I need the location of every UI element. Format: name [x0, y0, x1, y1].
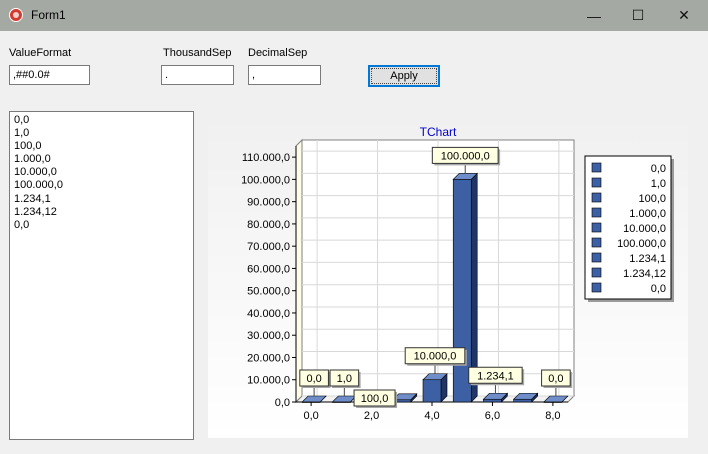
chart-title: TChart	[420, 125, 457, 139]
app-icon	[9, 8, 23, 22]
maximize-button[interactable]: ☐	[615, 0, 661, 31]
memo-line: 100,0	[14, 140, 42, 153]
thousand-sep-input[interactable]	[161, 65, 234, 85]
window-title: Form1	[31, 8, 66, 22]
chart-left-wall	[295, 138, 303, 404]
memo-line: 100.000,0	[14, 179, 63, 192]
y-tick-label: 30.000,0	[247, 330, 290, 342]
x-tick-label: 4,0	[424, 410, 439, 422]
legend-swatch	[591, 252, 602, 263]
memo-line: 1.234,12	[14, 205, 57, 218]
x-tick-label: 6,0	[485, 410, 500, 422]
y-tick-label: 20.000,0	[247, 352, 290, 364]
y-tick-label: 80.000,0	[247, 219, 290, 231]
legend-swatch	[591, 282, 602, 293]
bar	[301, 401, 321, 403]
data-label: 10.000,0	[414, 351, 457, 363]
data-label: 1.234,1	[477, 370, 514, 382]
legend-item-label: 100.000,0	[617, 238, 666, 250]
memo-line: 0,0	[14, 114, 30, 126]
legend-item-label: 1.234,12	[623, 268, 666, 280]
legend-item-label: 1.234,1	[629, 253, 666, 265]
value-format-input[interactable]	[9, 65, 90, 85]
legend-item-label: 1.000,0	[629, 208, 666, 220]
data-label: 1,0	[337, 373, 352, 385]
bar-chart: 0,0 10.000,0 20.000,0 30.000,0 40.000,0 50.00…	[241, 125, 674, 422]
bar	[543, 401, 563, 403]
legend-swatch	[591, 192, 602, 203]
bar	[332, 401, 351, 403]
chart-panel: 0,0 10.000,0 20.000,0 30.000,0 40.000,0 50.00…	[208, 112, 688, 438]
memo-line: 10.000,0	[14, 166, 57, 179]
x-tick-label: 8,0	[545, 410, 560, 422]
legend-item-label: 0,0	[651, 283, 666, 295]
legend-swatch	[591, 222, 602, 233]
bar	[422, 379, 442, 403]
thousand-sep-label: ThousandSep	[163, 47, 232, 59]
x-tick-label: 0,0	[303, 410, 318, 422]
data-label: 0,0	[306, 373, 321, 385]
legend-swatch	[591, 177, 602, 188]
apply-button[interactable]: Apply	[368, 65, 440, 87]
data-label: 100,0	[361, 393, 389, 405]
y-tick-label: 110.000,0	[242, 152, 290, 164]
memo-line: 1.234,1	[14, 192, 51, 205]
value-format-label: ValueFormat	[9, 47, 72, 59]
y-tick-label: 70.000,0	[247, 241, 290, 253]
minimize-icon: —	[587, 7, 601, 24]
y-tick-label: 0,0	[275, 397, 290, 409]
title-bar: Form1 — ☐ ✕	[0, 0, 708, 31]
minimize-button[interactable]: —	[571, 0, 617, 31]
legend-item-label: 10.000,0	[623, 223, 666, 235]
data-label: 100.000,0	[441, 150, 490, 162]
y-tick-label: 90.000,0	[247, 197, 290, 209]
legend-item-label: 1,0	[651, 178, 666, 190]
legend-item-label: 0,0	[651, 163, 666, 175]
memo-line: 0,0	[14, 218, 30, 231]
decimal-sep-input[interactable]	[248, 65, 321, 85]
decimal-sep-label: DecimalSep	[248, 47, 308, 59]
bar	[483, 398, 502, 403]
close-button[interactable]: ✕	[661, 0, 707, 31]
close-icon: ✕	[678, 7, 690, 23]
memo-line: 1,0	[14, 127, 30, 140]
y-tick-label: 40.000,0	[247, 308, 290, 320]
y-tick-label: 100.000,0	[241, 174, 290, 186]
legend-swatch	[591, 237, 602, 248]
memo-line: 1.000,0	[14, 153, 51, 166]
legend-item-label: 100,0	[638, 193, 666, 205]
legend-swatch	[591, 162, 602, 173]
y-tick-label: 50.000,0	[247, 286, 290, 298]
y-tick-label: 60.000,0	[247, 263, 290, 275]
data-label: 0,0	[548, 373, 563, 385]
x-tick-label: 2,0	[364, 410, 379, 422]
maximize-icon: ☐	[631, 7, 645, 23]
y-tick-label: 10.000,0	[247, 375, 290, 387]
bar	[513, 398, 532, 403]
legend-swatch	[591, 267, 602, 278]
legend-swatch	[591, 207, 602, 218]
values-memo[interactable]: 0,0 1,0 100,0 1.000,0 10.000,0 100.000,0…	[9, 111, 194, 440]
